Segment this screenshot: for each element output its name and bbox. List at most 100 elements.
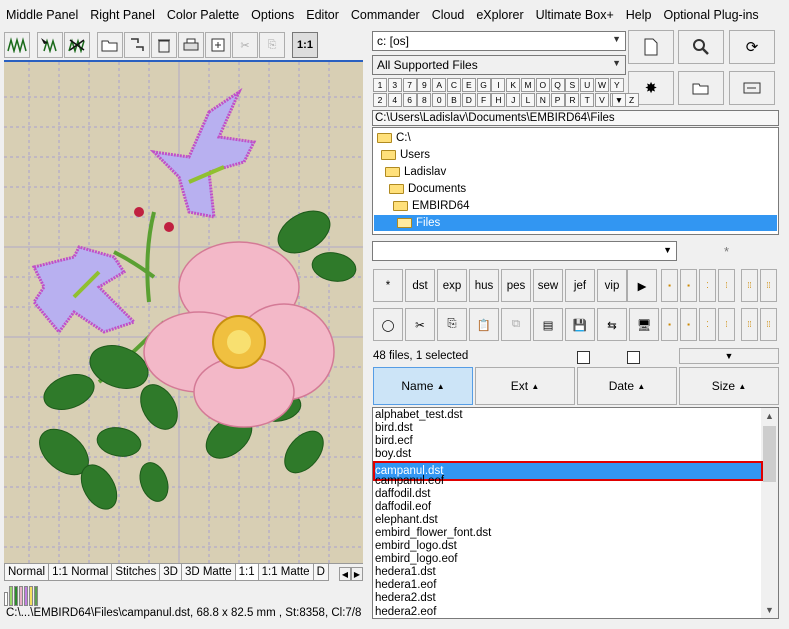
drive-letter-button[interactable]: P <box>550 93 565 107</box>
filter-button[interactable]: exp <box>437 269 467 302</box>
open-folder-icon[interactable] <box>97 32 123 58</box>
delete-icon[interactable] <box>151 32 177 58</box>
filter-select[interactable]: ▼ <box>372 241 677 261</box>
drive-letter-button[interactable]: R <box>565 93 580 107</box>
drive-letter-button[interactable]: Z <box>624 93 639 107</box>
drive-letter-button[interactable]: K <box>506 78 521 92</box>
view-medium-icon[interactable]: ▪ <box>680 308 697 341</box>
color-swatch[interactable] <box>24 586 28 606</box>
checkbox-2[interactable] <box>627 351 640 364</box>
color-swatch[interactable] <box>9 586 13 606</box>
menu-color-palette[interactable]: Color Palette <box>167 8 239 22</box>
file-info-button[interactable] <box>628 30 674 64</box>
color-swatch[interactable] <box>4 592 8 606</box>
file-row[interactable]: hedera2.dst <box>375 592 436 605</box>
drive-letter-button[interactable]: Y <box>609 78 624 92</box>
monitor-icon[interactable]: 🖥 <box>629 308 659 341</box>
filter-button[interactable]: jef <box>565 269 595 302</box>
drive-letter-button[interactable]: 3 <box>387 78 402 92</box>
tab-1-1-normal[interactable]: 1:1 Normal <box>48 564 113 581</box>
drive-letter-button[interactable]: N <box>535 93 550 107</box>
view-small-icon[interactable]: ⁚ <box>699 308 716 341</box>
view-grid4-icon[interactable]: ⁞ <box>718 269 735 302</box>
drive-letter-button[interactable]: E <box>461 78 476 92</box>
view-grid9-icon[interactable]: ⁞⁞ <box>741 269 758 302</box>
drive-letter-button[interactable]: T <box>580 93 595 107</box>
drive-letter-button[interactable]: 8 <box>417 93 432 107</box>
file-row[interactable]: bird.dst <box>375 422 413 435</box>
scissors-icon[interactable]: ✂ <box>232 32 258 58</box>
menu-optional-plugins[interactable]: Optional Plug-ins <box>663 8 758 22</box>
file-row[interactable]: alphabet_test.dst <box>375 409 463 422</box>
drive-letter-button[interactable]: A <box>432 78 447 92</box>
zoom-1-1-button[interactable]: 1:1 <box>292 32 318 58</box>
drive-letter-button[interactable]: S <box>565 78 580 92</box>
drive-letter-button[interactable]: J <box>506 93 521 107</box>
filter-button[interactable]: * <box>373 269 403 302</box>
drive-letter-button[interactable]: V <box>595 93 609 107</box>
export-icon[interactable] <box>205 32 231 58</box>
tree-node-ladislav[interactable]: Ladislav <box>385 164 446 180</box>
drive-letter-button[interactable]: 1 <box>373 78 387 92</box>
menu-help[interactable]: Help <box>626 8 652 22</box>
view-large-icon[interactable]: ▪ <box>661 308 678 341</box>
lasso-icon[interactable]: ◯ <box>373 308 403 341</box>
view-medium-icon[interactable]: ▪ <box>680 269 697 302</box>
filter-button[interactable]: sew <box>533 269 563 302</box>
view-grid16-icon[interactable]: ⁞⁞ <box>760 269 777 302</box>
tab-3d-matte[interactable]: 3D Matte <box>180 564 236 581</box>
paste-icon[interactable]: 📋 <box>469 308 499 341</box>
sort-size-header[interactable]: Size ▲ <box>679 367 779 405</box>
file-row[interactable]: elephant.dst <box>375 514 438 527</box>
scroll-up-icon[interactable]: ▲ <box>761 408 778 424</box>
drive-letter-button[interactable]: L <box>521 93 535 107</box>
file-row[interactable]: bird.ecf <box>375 435 413 448</box>
drive-select[interactable]: c: [os] ▼ <box>372 31 626 51</box>
tree-node-files[interactable]: Files <box>374 215 777 231</box>
drive-letter-button[interactable]: 7 <box>402 78 417 92</box>
drive-letter-button[interactable]: B <box>447 93 461 107</box>
drive-letter-button[interactable]: H <box>491 93 506 107</box>
move-icon[interactable] <box>124 32 150 58</box>
embroidery-canvas[interactable] <box>4 60 363 563</box>
filetype-select[interactable]: All Supported Files ▼ <box>372 55 626 75</box>
color-swatch[interactable] <box>29 586 33 606</box>
menu-editor[interactable]: Editor <box>306 8 339 22</box>
sort-ext-header[interactable]: Ext ▲ <box>475 367 575 405</box>
tab-1-1[interactable]: 1:1 <box>234 564 259 581</box>
rename-icon[interactable] <box>729 71 775 105</box>
menu-cloud[interactable]: Cloud <box>432 8 465 22</box>
menu-commander[interactable]: Commander <box>351 8 420 22</box>
color-swatch[interactable] <box>19 586 23 606</box>
tab-3d[interactable]: 3D <box>159 564 182 581</box>
menu-right-panel[interactable]: Right Panel <box>90 8 155 22</box>
file-row[interactable]: embird_logo.eof <box>375 553 457 566</box>
color-swatch[interactable] <box>34 586 38 606</box>
menu-explorer[interactable]: eXplorer <box>476 8 523 22</box>
file-row[interactable]: boy.dst <box>375 448 411 461</box>
filter-button[interactable]: hus <box>469 269 499 302</box>
tab-normal[interactable]: Normal <box>4 564 50 581</box>
copy-icon[interactable]: ⎘ <box>259 32 285 58</box>
view-grid4-icon[interactable]: ⁞ <box>718 308 735 341</box>
stitch-icon[interactable] <box>4 32 30 58</box>
file-row[interactable]: hedera1.dst <box>375 566 436 579</box>
tab-scroll-left-icon[interactable]: ◀ <box>339 567 351 581</box>
drive-row-down-icon[interactable]: ▼ <box>612 93 626 107</box>
file-row[interactable]: embird_flower_font.dst <box>375 527 491 540</box>
checkbox-1[interactable] <box>577 351 590 364</box>
file-row[interactable]: hedera2.eof <box>375 606 436 619</box>
new-folder-icon[interactable] <box>678 71 724 105</box>
print-icon[interactable] <box>178 32 204 58</box>
view-grid16-icon[interactable]: ⁞⁞ <box>760 308 777 341</box>
file-row[interactable]: daffodil.eof <box>375 501 431 514</box>
menu-ultimate-box[interactable]: Ultimate Box+ <box>536 8 614 22</box>
view-large-icon[interactable]: ▪ <box>661 269 678 302</box>
pointer-stitch-icon[interactable] <box>37 32 63 58</box>
save-icon[interactable]: 💾 <box>565 308 595 341</box>
stack-icon[interactable]: ▤ <box>533 308 563 341</box>
scroll-thumb[interactable] <box>763 426 776 482</box>
drive-letter-button[interactable]: D <box>461 93 476 107</box>
drive-letter-button[interactable]: O <box>535 78 550 92</box>
scroll-down-icon[interactable]: ▼ <box>761 602 778 618</box>
